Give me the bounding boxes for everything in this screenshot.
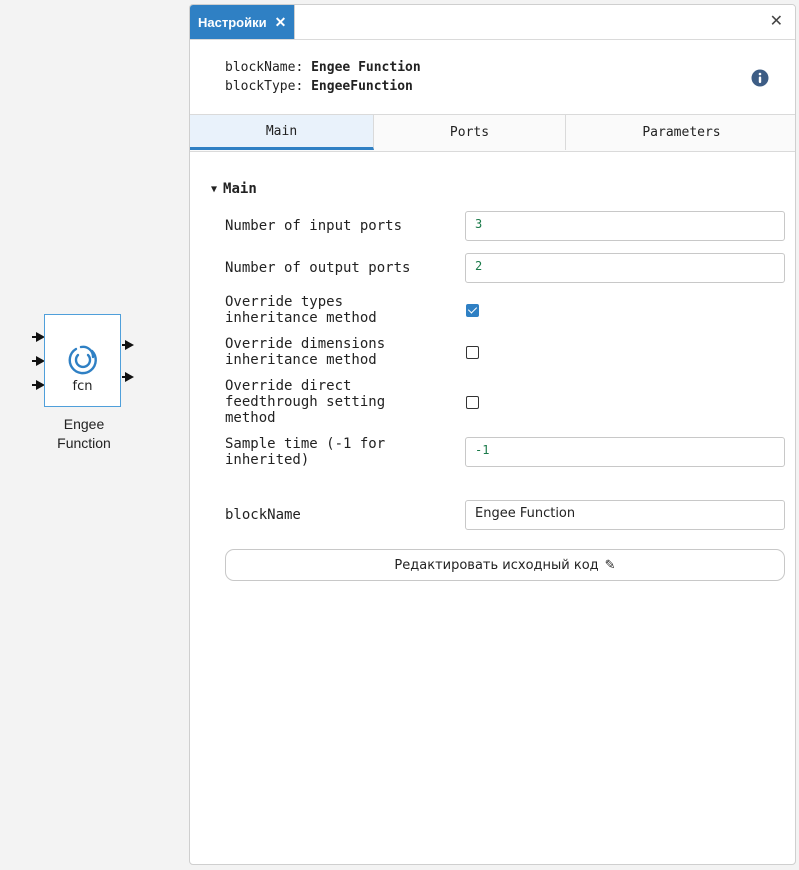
override-feed-checkbox[interactable] xyxy=(466,396,479,409)
settings-panel: Настройки ✕ ✕ blockName: Engee Function … xyxy=(189,4,796,865)
override-dims-checkbox[interactable] xyxy=(466,346,479,359)
pencil-icon: ✎ xyxy=(604,557,616,573)
close-icon[interactable]: ✕ xyxy=(275,14,287,31)
override-types-label: Override types inheritance method xyxy=(225,294,435,326)
sample-time-label-line-1: Sample time (-1 for xyxy=(225,436,386,452)
block-name-label: blockName xyxy=(225,507,301,523)
sample-time-label: Sample time (-1 for inherited) xyxy=(225,436,435,468)
override-feed-label-line-1: Override direct xyxy=(225,378,352,394)
block-caption-line-2: Function xyxy=(57,435,111,451)
edit-source-button-label: Редактировать исходный код xyxy=(394,557,599,573)
output-port-2[interactable] xyxy=(125,372,134,382)
block-caption-line-1: Engee xyxy=(63,416,105,432)
block-function-label: fcn xyxy=(72,379,93,394)
meta-block-type-key: blockType: xyxy=(225,79,304,94)
num-outputs-field[interactable]: 2 xyxy=(465,253,785,283)
output-port-1[interactable] xyxy=(125,340,134,350)
override-dims-label-line-1: Override dimensions xyxy=(225,336,386,352)
panel-tabbar: Настройки ✕ ✕ xyxy=(190,5,795,40)
override-dims-label: Override dimensions inheritance method xyxy=(225,336,435,368)
edit-source-button[interactable]: Редактировать исходный код ✎ xyxy=(225,549,785,581)
info-icon[interactable] xyxy=(751,69,769,87)
override-types-checkbox[interactable] xyxy=(466,304,479,317)
meta-block-name: blockName: Engee Function xyxy=(225,58,421,77)
block-caption[interactable]: Engee Function xyxy=(30,415,138,453)
override-dims-label-line-2: inheritance method xyxy=(225,352,377,368)
subtab-bar: Main Ports Parameters xyxy=(190,114,795,152)
override-types-label-line-2: inheritance method xyxy=(225,310,377,326)
engee-function-block[interactable]: fcn xyxy=(44,314,121,407)
meta-block-type: blockType: EngeeFunction xyxy=(225,77,421,96)
sample-time-label-line-2: inherited) xyxy=(225,452,310,468)
close-icon[interactable]: ✕ xyxy=(770,11,783,30)
tab-main[interactable]: Main xyxy=(190,115,374,150)
sample-time-field[interactable]: -1 xyxy=(465,437,785,467)
engee-logo-icon xyxy=(68,345,97,375)
model-canvas[interactable]: fcn Engee Function xyxy=(0,0,190,870)
num-inputs-label: Number of input ports xyxy=(225,218,403,234)
settings-tab-label: Настройки xyxy=(198,14,267,30)
override-feed-label-line-3: method xyxy=(225,410,276,426)
override-feed-label-line-2: feedthrough setting xyxy=(225,394,386,410)
tab-parameters-label: Parameters xyxy=(642,125,721,140)
settings-tab[interactable]: Настройки ✕ xyxy=(190,5,295,39)
section-main-header[interactable]: ▼ Main xyxy=(211,181,257,197)
caret-down-icon: ▼ xyxy=(211,183,218,195)
tab-parameters[interactable]: Parameters xyxy=(566,115,795,150)
tab-main-label: Main xyxy=(265,123,298,139)
meta-block-name-key: blockName: xyxy=(225,60,304,75)
block-meta: blockName: Engee Function blockType: Eng… xyxy=(225,58,421,96)
tab-ports[interactable]: Ports xyxy=(374,115,566,150)
override-feed-label: Override direct feedthrough setting meth… xyxy=(225,378,435,426)
block-name-field[interactable]: Engee Function xyxy=(465,500,785,530)
num-inputs-field[interactable]: 3 xyxy=(465,211,785,241)
num-outputs-label: Number of output ports xyxy=(225,260,411,276)
section-main-title: Main xyxy=(223,181,257,197)
tab-ports-label: Ports xyxy=(449,125,490,140)
meta-block-type-value: EngeeFunction xyxy=(311,79,413,94)
meta-block-name-value: Engee Function xyxy=(311,60,421,75)
override-types-label-line-1: Override types xyxy=(225,294,344,310)
